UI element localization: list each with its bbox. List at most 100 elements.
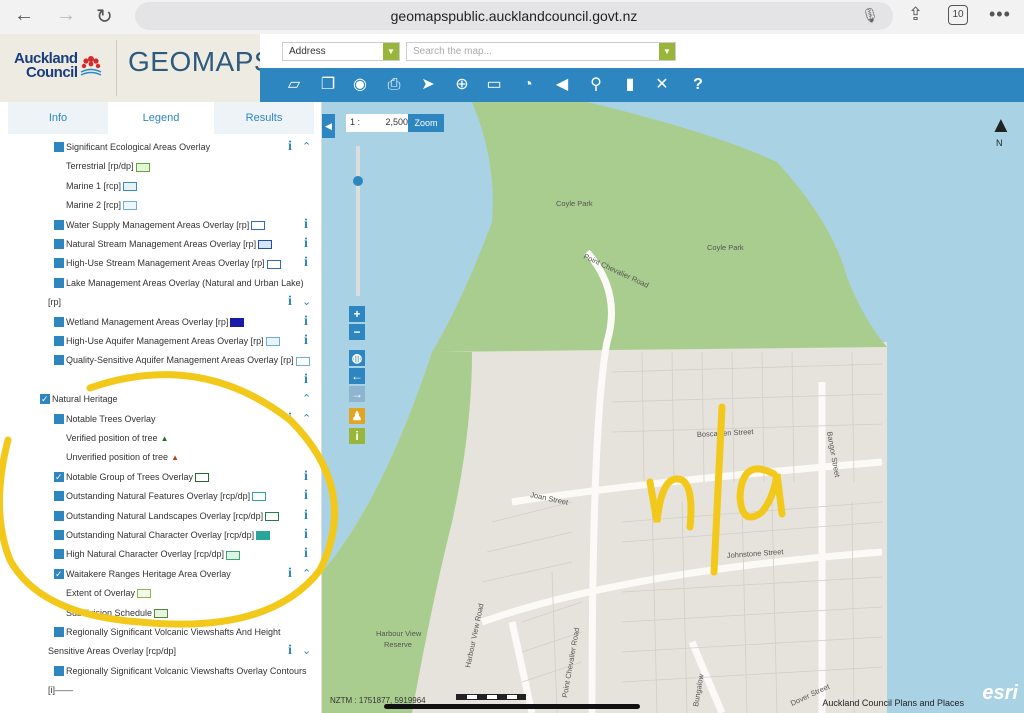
info-icon[interactable]: i (304, 235, 308, 253)
legend-item: Marine 1 [rcp] (0, 177, 321, 195)
info-icon[interactable]: i (304, 332, 308, 350)
legend-item-label: High-Use Aquifer Management Areas Overla… (66, 332, 280, 350)
legend-item[interactable]: Wetland Management Areas Overlay [rp] i (0, 313, 321, 331)
water-supply-symbol-icon (251, 220, 266, 230)
auckland-council-logo[interactable]: Auckland Council (14, 51, 78, 81)
chevron-up-icon[interactable]: ⌃ (302, 138, 311, 156)
microphone-icon[interactable]: 🎙 (861, 7, 879, 24)
map-view[interactable]: Coyle Park Coyle Park Point Chevalier Ro… (322, 102, 1024, 713)
handwritten-circle-annotation (0, 371, 339, 628)
info-icon[interactable]: i (288, 293, 292, 311)
info-icon[interactable]: i (304, 313, 308, 331)
map-attribution: Auckland Council Plans and Places (822, 698, 964, 708)
layers-icon[interactable]: ▱ (284, 75, 304, 95)
tools-icon[interactable]: ✕ (652, 75, 672, 95)
legend-item: [rp] i ⌄ (0, 293, 321, 311)
legend-item-label: High-Use Stream Management Areas Overlay… (66, 254, 281, 272)
map-toolbar: ▱ ❐ ◉ ⎙ ➤ ⊕ ▭ ◔ ◀ ⚲ ▮ ✕ ? (260, 68, 1024, 102)
info-icon[interactable]: i (304, 216, 308, 234)
natural-stream-symbol-icon (258, 240, 273, 250)
copy-icon[interactable]: ❐ (318, 75, 338, 95)
home-indicator (384, 704, 640, 709)
legend-item[interactable]: Lake Management Areas Overlay (Natural a… (0, 274, 321, 292)
legend-item[interactable]: High-Use Aquifer Management Areas Overla… (0, 332, 321, 350)
search-placeholder: Search the map... (413, 46, 492, 57)
forward-icon[interactable]: → (56, 4, 76, 27)
reload-icon[interactable]: ↻ (96, 4, 113, 29)
info-icon[interactable]: i (304, 254, 308, 272)
search-strip: Address ▼ Search the map... ▼ (260, 34, 1024, 68)
browser-toolbar: ← → ↻ geomapspublic.aucklandcouncil.govt… (0, 0, 1024, 34)
measure-icon[interactable]: ▭ (484, 75, 504, 95)
legend-checkbox[interactable] (54, 142, 64, 152)
search-input[interactable]: Search the map... ▼ (406, 42, 676, 61)
legend-item-label: Water Supply Management Areas Overlay [r… (66, 216, 266, 234)
sea-marine2-symbol-icon (123, 201, 138, 211)
help-icon[interactable]: ? (688, 75, 708, 95)
legend-item-label: Marine 2 [rcp] (66, 196, 138, 214)
legend-checkbox[interactable] (54, 219, 64, 230)
tab-results[interactable]: Results (214, 102, 314, 134)
wetland-symbol-icon (230, 317, 245, 327)
chevron-down-icon: ▼ (659, 43, 675, 60)
legend-item-label: Natural Stream Management Areas Overlay … (66, 235, 273, 253)
sea-terrestrial-symbol-icon (135, 162, 150, 172)
info-icon[interactable]: i (288, 138, 292, 156)
legend-item-label: [i]—— (48, 685, 74, 696)
logo-divider (116, 40, 117, 96)
legend-item[interactable]: Regionally Significant Volcanic Viewshaf… (0, 662, 321, 680)
legend-checkbox[interactable] (54, 258, 64, 269)
legend-checkbox[interactable] (54, 336, 64, 346)
print-icon[interactable]: ⎙ (384, 75, 404, 95)
legend-item[interactable]: Significant Ecological Areas Overlay i ⌃ (0, 138, 321, 156)
legend-item-label: Terrestrial [rp/dp] (66, 157, 150, 175)
map-canvas[interactable]: Coyle Park Coyle Park Point Chevalier Ro… (322, 102, 1024, 713)
aquifer-symbol-icon (265, 337, 280, 347)
zoom-slider-thumb[interactable] (353, 176, 363, 186)
search-type-value: Address (289, 46, 326, 57)
legend-item-label: Wetland Management Areas Overlay [rp] (66, 313, 245, 331)
legend-item: Marine 2 [rcp] (0, 196, 321, 214)
north-label: N (996, 138, 1003, 148)
legend-item-label: Significant Ecological Areas Overlay (66, 142, 211, 152)
app-header: Auckland Council GEOMAPS Address ▼ Searc… (0, 34, 1024, 102)
more-icon[interactable]: ••• (989, 4, 1011, 25)
map-label-harbour-view-reserve-2: Reserve (384, 640, 412, 649)
zoom-button[interactable]: Zoom (408, 114, 444, 132)
pointer-icon[interactable]: ➤ (418, 75, 438, 95)
share-icon[interactable]: ⇪ (908, 4, 923, 25)
scale-bar (456, 694, 526, 700)
high-use-stream-symbol-icon (266, 259, 281, 269)
bookmark-icon[interactable]: ▮ (620, 75, 640, 95)
search-type-select[interactable]: Address ▼ (282, 42, 400, 61)
tab-info[interactable]: Info (8, 102, 108, 134)
address-bar[interactable]: geomapspublic.aucklandcouncil.govt.nz 🎙 (135, 2, 893, 30)
legend-checkbox[interactable] (54, 277, 64, 288)
legend-item: [i]—— (0, 681, 321, 699)
camera-icon[interactable]: ◀ (552, 75, 572, 95)
scale-value: 2,500 (385, 117, 408, 127)
legend-item[interactable]: Water Supply Management Areas Overlay [r… (0, 216, 321, 234)
scale-prefix: 1 : (350, 117, 361, 127)
legend-item[interactable]: High-Use Stream Management Areas Overlay… (0, 254, 321, 272)
legend-checkbox[interactable] (54, 665, 64, 676)
logo-line-2: Council (26, 64, 78, 81)
zoom-in-button[interactable]: + (349, 306, 365, 322)
zoom-out-button[interactable]: − (349, 324, 365, 340)
back-icon[interactable]: ← (14, 4, 34, 27)
legend-item[interactable]: Natural Stream Management Areas Overlay … (0, 235, 321, 253)
legend-item-label: Marine 1 [rcp] (66, 177, 138, 195)
tab-legend[interactable]: Legend (110, 102, 212, 134)
chevron-down-icon: ▼ (383, 43, 399, 60)
tab-count-button[interactable]: 10 (948, 5, 968, 25)
legend-item-label: [rp] (48, 297, 62, 308)
eye-icon[interactable]: ◉ (350, 75, 370, 95)
chevron-down-icon[interactable]: ⌄ (302, 293, 311, 311)
legend-checkbox[interactable] (54, 316, 64, 327)
locate-icon[interactable]: ⊕ (452, 75, 472, 95)
timer-icon[interactable]: ◔ (518, 75, 538, 95)
zoom-slider[interactable] (353, 146, 363, 296)
collapse-panel-button[interactable]: ◀ (322, 114, 335, 138)
pin-icon[interactable]: ⚲ (586, 75, 606, 95)
legend-checkbox[interactable] (54, 239, 64, 249)
